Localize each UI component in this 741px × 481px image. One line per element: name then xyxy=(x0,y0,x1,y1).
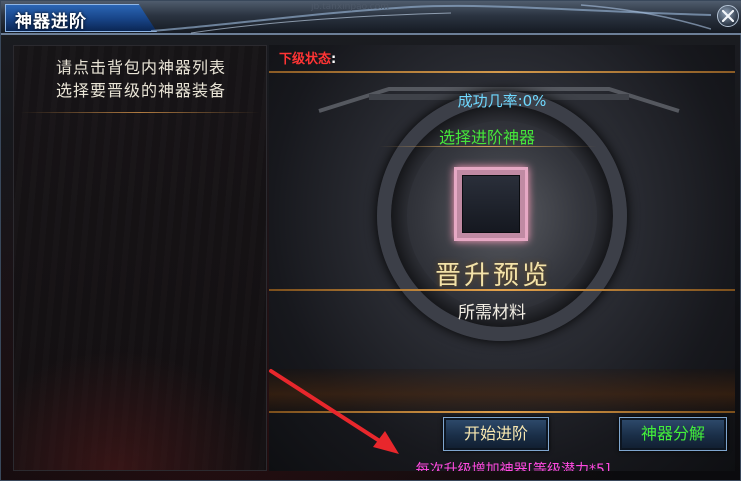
close-button[interactable] xyxy=(717,5,739,27)
header-divider xyxy=(269,71,735,73)
artifact-list-panel[interactable]: 请点击背包内神器列表 选择要晋级的神器装备 xyxy=(13,45,268,471)
window-title: 神器进阶 xyxy=(15,12,87,32)
artifact-slot-empty xyxy=(462,175,520,233)
decompose-artifact-button[interactable]: 神器分解 xyxy=(619,417,727,451)
next-level-status-label: 下级状态: xyxy=(279,48,336,67)
choose-divider xyxy=(379,146,597,147)
close-icon xyxy=(722,10,734,22)
required-materials-label: 所需材料 xyxy=(458,303,526,323)
promotion-preview-title: 晋升预览 xyxy=(434,261,551,291)
instruction-line-1: 请点击背包内神器列表 xyxy=(55,58,226,77)
titlebar-ornament xyxy=(151,4,711,34)
status-header: 下级状态: xyxy=(269,45,735,71)
start-advance-button[interactable]: 开始进阶 xyxy=(443,417,549,451)
upgrade-hint: 每次升级增加神器[等级潜力*5] xyxy=(415,462,611,471)
status-colon: : xyxy=(331,52,337,67)
status-label-text: 下级状态 xyxy=(279,52,332,67)
title-bar[interactable]: 神器进阶 jb.tanxinpao.com xyxy=(1,1,741,35)
artifact-advance-window: 神器进阶 jb.tanxinpao.com 请点击背包内神器列表 选择要晋级的神… xyxy=(0,0,741,481)
divider xyxy=(20,112,260,113)
preview-divider xyxy=(269,289,735,291)
instruction-line-2: 选择要晋级的神器装备 xyxy=(55,81,226,100)
watermark-text: jb.tanxinpao.com xyxy=(311,2,390,12)
choose-artifact-label: 选择进阶神器 xyxy=(438,128,535,147)
success-rate: 成功几率:0% xyxy=(457,92,547,110)
red-arrow-annotation xyxy=(269,369,399,454)
background-glow xyxy=(14,350,268,470)
instruction-text: 请点击背包内神器列表 选择要晋级的神器装备 xyxy=(14,56,268,102)
artifact-slot[interactable] xyxy=(454,167,528,241)
